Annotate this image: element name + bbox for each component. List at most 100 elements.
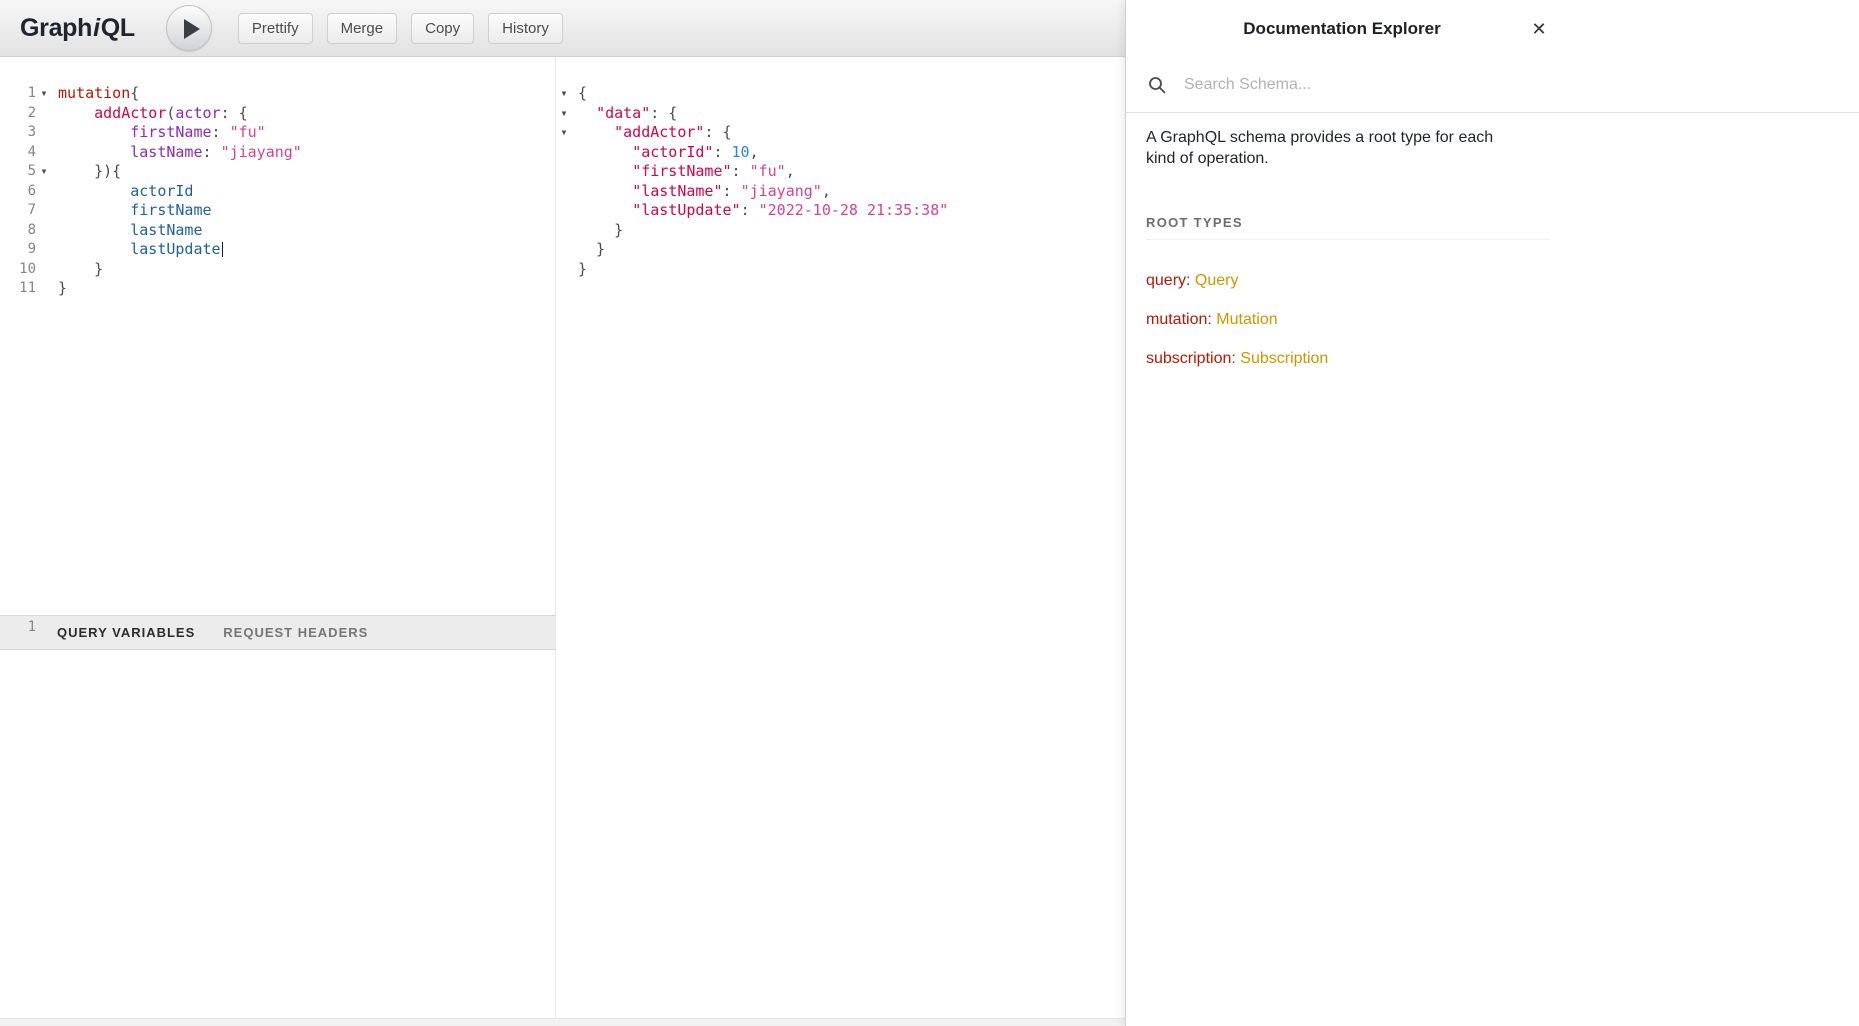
line-number: 4 xyxy=(0,143,36,163)
line-number: 2 xyxy=(0,104,36,124)
fold-gutter xyxy=(556,201,572,221)
code-text: firstName xyxy=(52,201,212,221)
fold-arrow-icon[interactable]: ▾ xyxy=(556,123,572,143)
root-type-keyword: mutation xyxy=(1146,311,1207,328)
merge-button[interactable]: Merge xyxy=(327,13,398,44)
result-code-line: "lastName": "jiayang", xyxy=(556,182,1125,202)
root-type-mutation: mutation: Mutation xyxy=(1146,310,1859,330)
copy-button[interactable]: Copy xyxy=(411,13,474,44)
fold-gutter xyxy=(556,260,572,280)
code-text: } xyxy=(52,279,67,299)
doc-search-row xyxy=(1126,57,1859,113)
fold-gutter xyxy=(36,240,52,260)
result-code-line: "actorId": 10, xyxy=(556,143,1125,163)
code-text: } xyxy=(572,221,623,241)
code-text: lastUpdate xyxy=(52,240,223,260)
query-editor-code[interactable]: 1▾mutation{2 addActor(actor: {3 firstNam… xyxy=(0,84,555,299)
mutation-type-link[interactable]: Mutation xyxy=(1216,311,1277,328)
text-cursor xyxy=(222,242,224,257)
code-text: }){ xyxy=(52,162,121,182)
root-type-separator: : xyxy=(1207,311,1216,328)
play-icon xyxy=(184,19,200,39)
line-number: 3 xyxy=(0,123,36,143)
code-text: } xyxy=(572,260,587,280)
root-type-keyword: subscription xyxy=(1146,350,1231,367)
query-variables-editor[interactable]: 1 xyxy=(0,618,555,638)
fold-gutter xyxy=(36,618,52,638)
query-type-link[interactable]: Query xyxy=(1195,272,1239,289)
code-text: { xyxy=(572,84,587,104)
line-number: 10 xyxy=(0,260,36,280)
code-text: "data": { xyxy=(572,104,677,124)
logo-text-i: i xyxy=(92,14,101,42)
doc-explorer-title: Documentation Explorer xyxy=(1126,0,1558,57)
query-code-line[interactable]: 7 firstName xyxy=(0,201,555,221)
result-code-line: "lastUpdate": "2022-10-28 21:35:38" xyxy=(556,201,1125,221)
root-type-subscription: subscription: Subscription xyxy=(1146,349,1859,369)
query-code-line[interactable]: 6 actorId xyxy=(0,182,555,202)
root-type-query: query: Query xyxy=(1146,271,1859,291)
line-number: 11 xyxy=(0,279,36,299)
fold-gutter xyxy=(36,104,52,124)
query-code-line[interactable]: 3 firstName: "fu" xyxy=(0,123,555,143)
code-text: "actorId": 10, xyxy=(572,143,759,163)
result-viewer-code: ▾{▾ "data": {▾ "addActor": { "actorId": … xyxy=(556,84,1125,279)
code-text: "addActor": { xyxy=(572,123,732,143)
fold-gutter xyxy=(36,221,52,241)
subscription-type-link[interactable]: Subscription xyxy=(1240,350,1328,367)
variables-code-line[interactable]: 1 xyxy=(0,618,555,638)
result-code-line: ▾ "addActor": { xyxy=(556,123,1125,143)
logo-text-pre: Graph xyxy=(20,14,92,42)
fold-gutter xyxy=(36,143,52,163)
prettify-button[interactable]: Prettify xyxy=(238,13,313,44)
search-schema-input[interactable] xyxy=(1184,76,1504,94)
line-number: 7 xyxy=(0,201,36,221)
code-text: actorId xyxy=(52,182,193,202)
horizontal-scrollbar[interactable] xyxy=(0,1018,1125,1026)
code-text: "lastUpdate": "2022-10-28 21:35:38" xyxy=(572,201,948,221)
result-viewer-pane: ▾{▾ "data": {▾ "addActor": { "actorId": … xyxy=(556,57,1125,1026)
fold-gutter xyxy=(556,221,572,241)
documentation-explorer-panel: Documentation Explorer ✕ A GraphQL schem… xyxy=(1125,0,1859,1026)
fold-arrow-icon[interactable]: ▾ xyxy=(556,104,572,124)
fold-gutter xyxy=(556,143,572,163)
execute-query-button[interactable] xyxy=(166,5,212,51)
schema-description: A GraphQL schema provides a root type fo… xyxy=(1146,127,1526,169)
query-code-line[interactable]: 9 lastUpdate xyxy=(0,240,555,260)
code-text: lastName xyxy=(52,221,203,241)
logo-text-post: QL xyxy=(101,14,135,42)
fold-gutter xyxy=(556,162,572,182)
fold-gutter xyxy=(36,279,52,299)
history-button[interactable]: History xyxy=(488,13,563,44)
query-code-line[interactable]: 11} xyxy=(0,279,555,299)
line-number: 5 xyxy=(0,162,36,182)
fold-gutter xyxy=(36,123,52,143)
code-text: firstName: "fu" xyxy=(52,123,266,143)
line-number: 9 xyxy=(0,240,36,260)
result-code-line: } xyxy=(556,221,1125,241)
root-types-heading: ROOT TYPES xyxy=(1146,215,1551,240)
query-code-line[interactable]: 2 addActor(actor: { xyxy=(0,104,555,124)
close-icon[interactable]: ✕ xyxy=(1526,16,1552,42)
code-text: lastName: "jiayang" xyxy=(52,143,302,163)
fold-gutter xyxy=(36,182,52,202)
query-code-line[interactable]: 4 lastName: "jiayang" xyxy=(0,143,555,163)
result-code-line: } xyxy=(556,240,1125,260)
toolbar-buttons: Prettify Merge Copy History xyxy=(238,13,563,44)
query-code-line[interactable]: 5▾ }){ xyxy=(0,162,555,182)
fold-arrow-icon[interactable]: ▾ xyxy=(556,84,572,104)
graphiql-app: GraphiQL Prettify Merge Copy History 1▾m… xyxy=(0,0,1859,1026)
line-number: 1 xyxy=(0,84,36,104)
fold-arrow-icon[interactable]: ▾ xyxy=(36,162,52,182)
root-types-list: query: Query mutation: Mutation subscrip… xyxy=(1146,271,1859,369)
query-code-line[interactable]: 1▾mutation{ xyxy=(0,84,555,104)
query-code-line[interactable]: 8 lastName xyxy=(0,221,555,241)
result-code-line: ▾{ xyxy=(556,84,1125,104)
result-code-line: } xyxy=(556,260,1125,280)
app-logo: GraphiQL xyxy=(20,14,135,43)
fold-gutter xyxy=(556,182,572,202)
code-text xyxy=(52,618,58,638)
fold-arrow-icon[interactable]: ▾ xyxy=(36,84,52,104)
doc-explorer-titlebar: Documentation Explorer ✕ xyxy=(1126,0,1859,57)
query-code-line[interactable]: 10 } xyxy=(0,260,555,280)
